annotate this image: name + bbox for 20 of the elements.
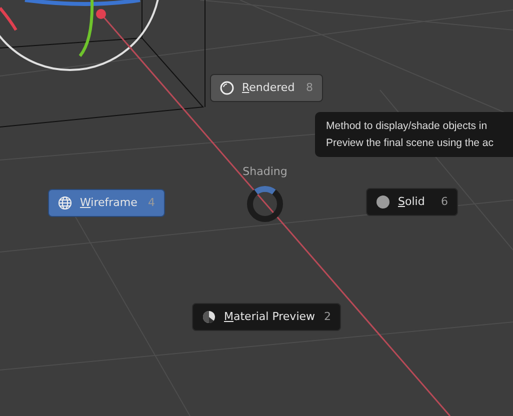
option-label: Solid [398,194,425,210]
half-shaded-sphere-icon [202,310,216,324]
tooltip-text: Preview the final scene using the ac [326,136,495,151]
globe-icon [58,196,72,210]
sphere-icon [220,81,234,95]
shading-option[interactable]: Material Preview 2 [192,303,341,331]
circle-icon [376,195,390,209]
option-label: Material Preview [224,308,316,325]
shortcut-key: 2 [324,308,331,326]
option-label: Rendered [242,80,295,96]
shortcut-key: 8 [306,80,313,96]
shortcut-key: 4 [148,194,155,212]
shading-option[interactable]: Rendered 8 [210,74,323,102]
shortcut-key: 6 [441,194,448,210]
option-label: Wireframe [80,194,138,211]
shading-option[interactable]: Wireframe 4 [48,189,165,217]
direction-ring-icon [246,185,284,223]
shading-option[interactable]: Solid 6 [366,188,458,216]
pie-menu-title: Shading [242,164,288,180]
tooltip-text: Method to display/shade objects in [326,119,488,134]
